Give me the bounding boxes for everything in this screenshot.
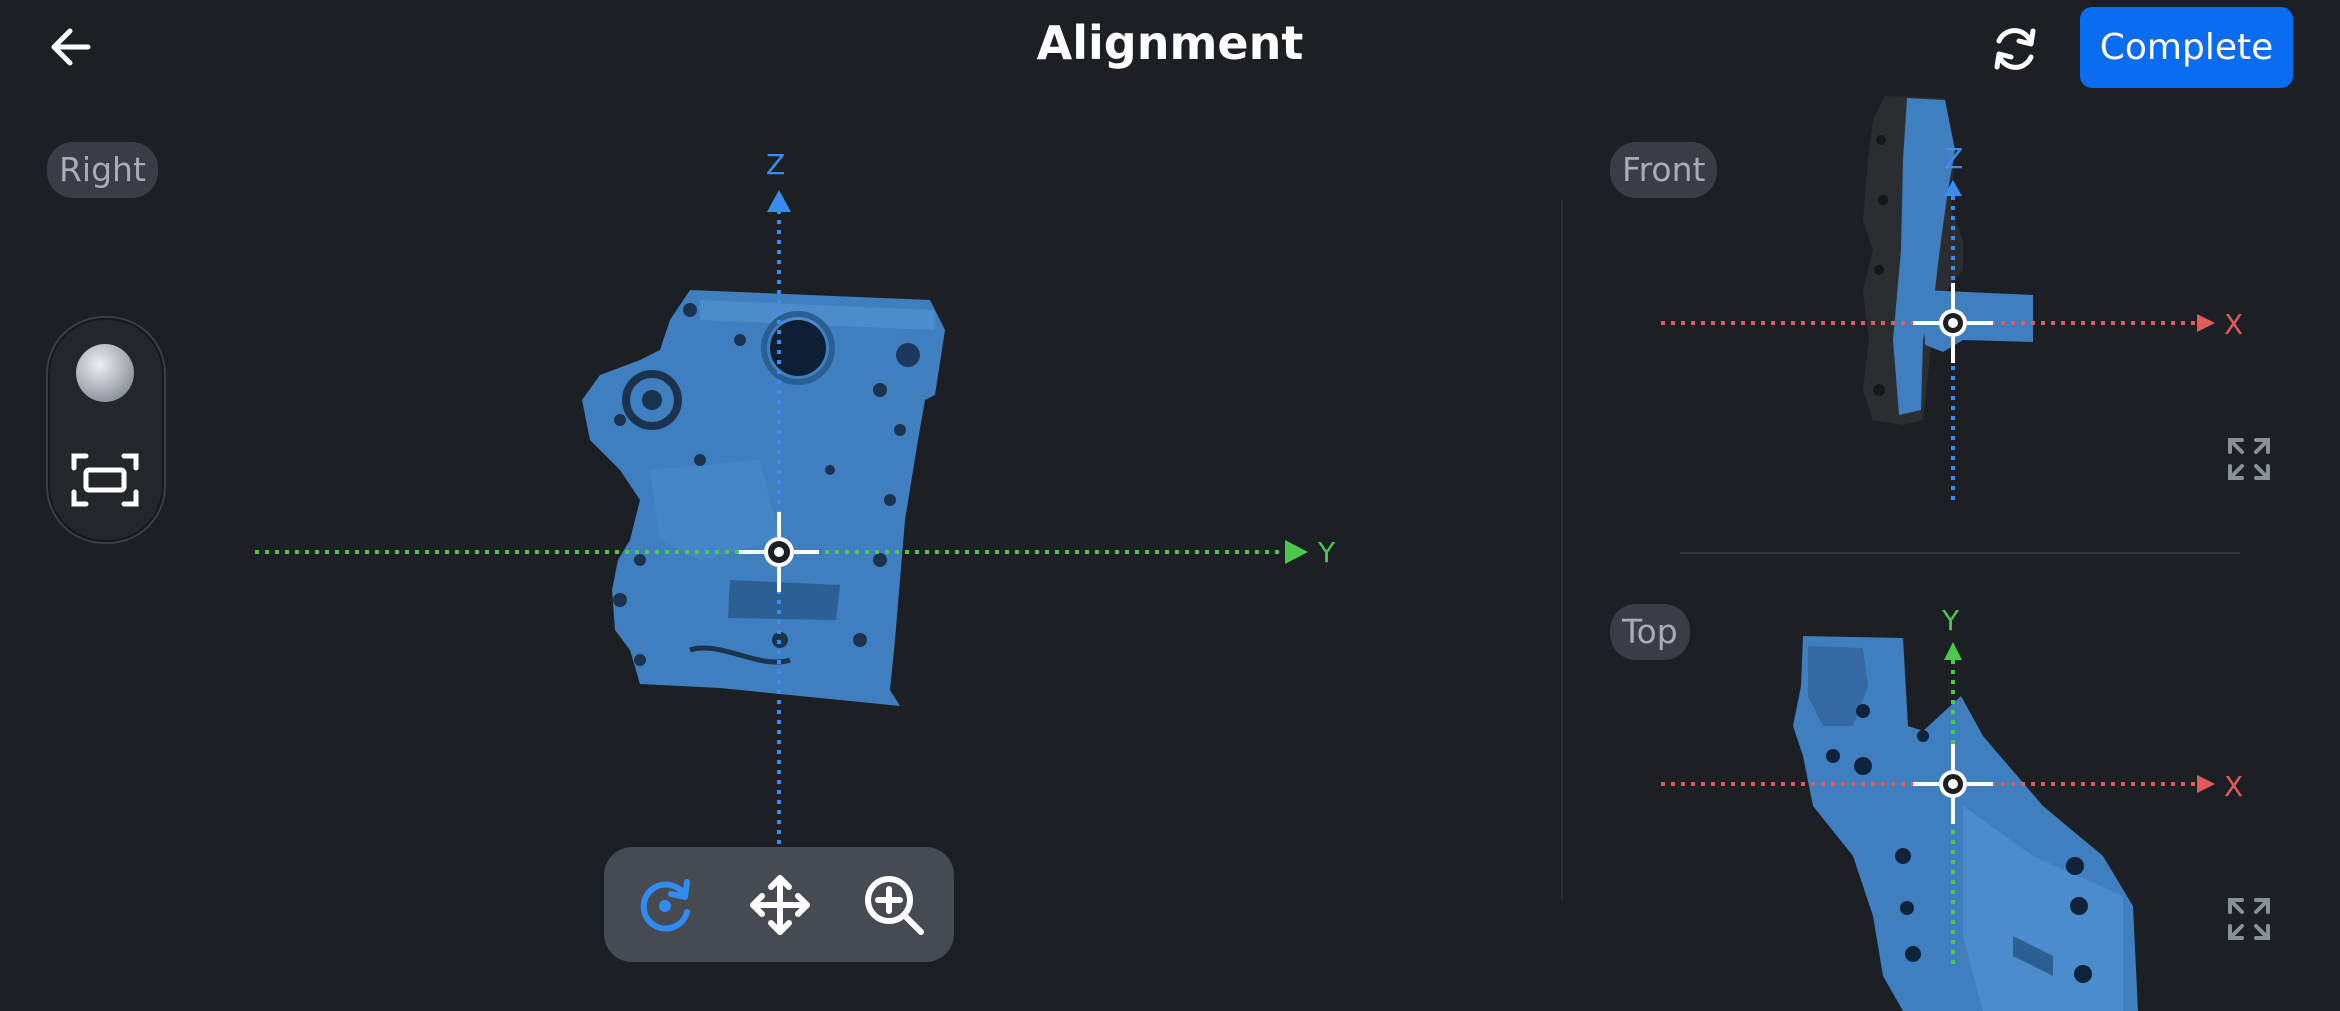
zoom-tool-button[interactable]	[858, 869, 930, 941]
rotate-icon	[640, 879, 690, 932]
transform-toolbar	[604, 847, 954, 962]
complete-button[interactable]: Complete	[2080, 7, 2293, 88]
expand-front-button[interactable]	[2226, 436, 2272, 482]
expand-top-button[interactable]	[2226, 896, 2272, 942]
move-icon	[750, 875, 810, 935]
zoom-in-icon	[865, 876, 924, 935]
axis-label-x-front: X	[2224, 308, 2244, 341]
axis-label-z-front: Z	[1944, 142, 1964, 175]
axis-label-x-top: X	[2224, 770, 2244, 803]
reset-button[interactable]	[1980, 14, 2050, 84]
sphere-icon[interactable]	[76, 344, 134, 402]
fit-view-icon	[71, 453, 139, 507]
axis-label-y-top: Y	[1942, 604, 1960, 637]
axis-label-y-right: Y	[1318, 536, 1336, 569]
move-tool-button[interactable]	[744, 869, 816, 941]
expand-icon	[2228, 438, 2270, 480]
axis-label-z-right: Z	[766, 148, 786, 181]
engine-cover-model-top	[1793, 636, 2138, 1011]
fit-view-button[interactable]	[70, 452, 140, 508]
refresh-icon	[1994, 28, 2036, 70]
engine-cover-model-right	[582, 290, 945, 706]
expand-icon	[2228, 898, 2270, 940]
rotate-tool-button[interactable]	[630, 869, 702, 941]
viewport-divider-horizontal	[1680, 552, 2240, 554]
